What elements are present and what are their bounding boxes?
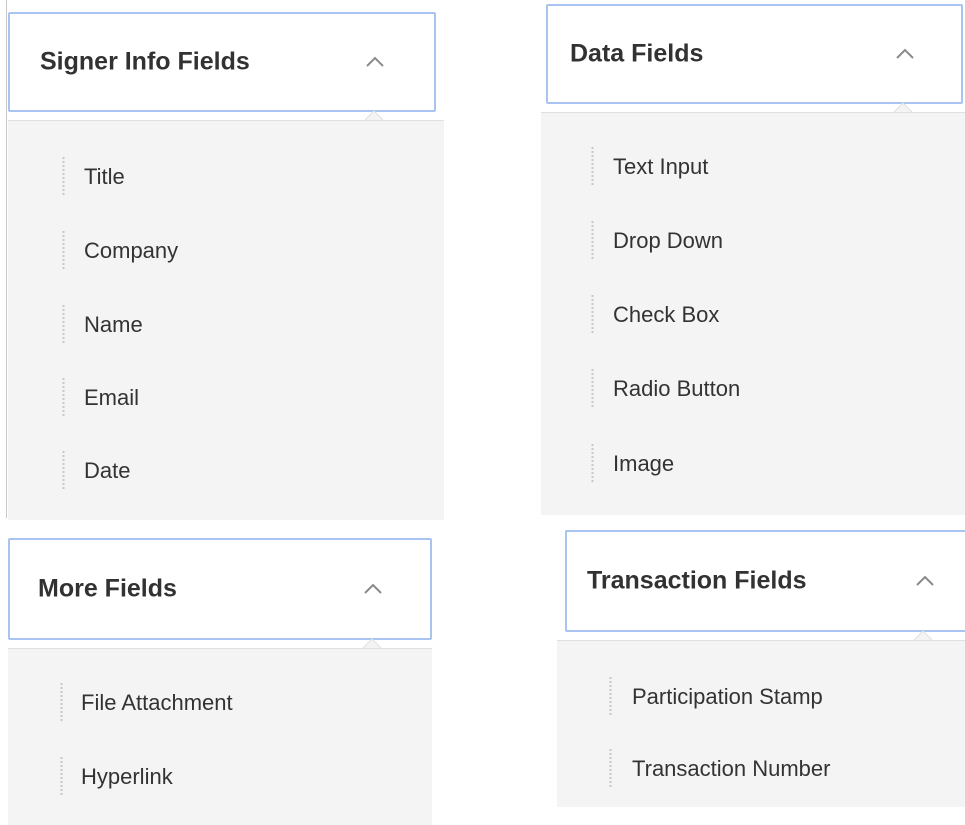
panel-title: Signer Info Fields (40, 47, 250, 76)
field-item-text-input[interactable]: Text Input (541, 147, 965, 187)
panel-title: Data Fields (570, 39, 704, 68)
field-item-company[interactable]: Company (8, 231, 444, 271)
data-fields-list: Text Input Drop Down Check Box Radio But… (541, 112, 965, 515)
drag-handle-icon[interactable] (60, 757, 63, 797)
left-divider (6, 0, 7, 518)
drag-handle-icon[interactable] (591, 147, 594, 187)
chevron-up-icon[interactable] (362, 578, 384, 600)
signer-info-fields-panel: Signer Info Fields Title Company Name Em… (8, 12, 444, 520)
transaction-fields-header[interactable]: Transaction Fields (565, 530, 965, 632)
field-item-name[interactable]: Name (8, 305, 444, 345)
field-label: Radio Button (613, 376, 741, 401)
drag-handle-icon[interactable] (62, 157, 65, 197)
field-label: Title (84, 164, 125, 189)
field-label: Participation Stamp (632, 684, 823, 709)
chevron-up-icon[interactable] (894, 43, 916, 65)
more-fields-list: File Attachment Hyperlink (8, 648, 432, 825)
transaction-fields-list: Participation Stamp Transaction Number (557, 640, 965, 807)
field-item-transaction-number[interactable]: Transaction Number (557, 749, 965, 789)
signer-info-fields-list: Title Company Name Email Date (8, 120, 444, 520)
field-item-file-attachment[interactable]: File Attachment (8, 683, 432, 723)
field-item-date[interactable]: Date (8, 451, 444, 491)
chevron-up-icon[interactable] (364, 51, 386, 73)
drag-handle-icon[interactable] (591, 369, 594, 409)
field-label: Hyperlink (81, 764, 173, 789)
field-label: Company (84, 238, 179, 263)
more-fields-panel: More Fields File Attachment Hyperlink (8, 538, 432, 825)
drag-handle-icon[interactable] (62, 231, 65, 271)
header-pointer (363, 638, 381, 648)
field-label: Image (613, 451, 675, 476)
transaction-fields-panel: Transaction Fields Participation Stamp T… (557, 530, 965, 824)
field-item-hyperlink[interactable]: Hyperlink (8, 757, 432, 797)
field-label: Email (84, 385, 140, 410)
drag-handle-icon[interactable] (609, 677, 612, 717)
field-item-email[interactable]: Email (8, 378, 444, 418)
field-item-participation-stamp[interactable]: Participation Stamp (557, 677, 965, 717)
field-label: Check Box (613, 302, 720, 327)
field-label: Text Input (613, 154, 709, 179)
field-item-check-box[interactable]: Check Box (541, 295, 965, 335)
drag-handle-icon[interactable] (591, 295, 594, 335)
field-label: Name (84, 312, 143, 337)
drag-handle-icon[interactable] (62, 378, 65, 418)
field-label: Drop Down (613, 228, 724, 253)
drag-handle-icon[interactable] (591, 221, 594, 261)
more-fields-header[interactable]: More Fields (8, 538, 432, 640)
drag-handle-icon[interactable] (62, 451, 65, 491)
field-item-title[interactable]: Title (8, 157, 444, 197)
field-item-radio-button[interactable]: Radio Button (541, 369, 965, 409)
field-label: File Attachment (81, 690, 233, 715)
signer-info-fields-header[interactable]: Signer Info Fields (8, 12, 436, 112)
field-label: Date (84, 458, 131, 483)
drag-handle-icon[interactable] (591, 444, 594, 484)
panel-title: More Fields (38, 574, 177, 603)
header-pointer (894, 102, 912, 112)
field-item-drop-down[interactable]: Drop Down (541, 221, 965, 261)
drag-handle-icon[interactable] (62, 305, 65, 345)
chevron-up-icon[interactable] (914, 570, 936, 592)
header-pointer (365, 110, 383, 120)
drag-handle-icon[interactable] (60, 683, 63, 723)
header-pointer (914, 630, 932, 640)
drag-handle-icon[interactable] (609, 749, 612, 789)
panel-title: Transaction Fields (587, 566, 807, 595)
data-fields-panel: Data Fields Text Input Drop Down Check B… (541, 4, 965, 515)
field-label: Transaction Number (632, 756, 831, 781)
data-fields-header[interactable]: Data Fields (546, 4, 963, 104)
field-item-image[interactable]: Image (541, 444, 965, 484)
